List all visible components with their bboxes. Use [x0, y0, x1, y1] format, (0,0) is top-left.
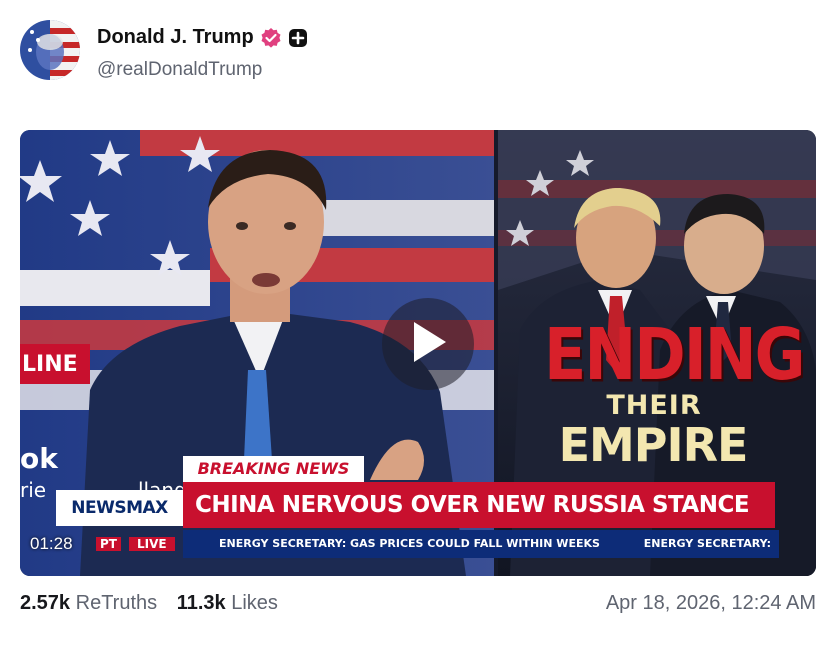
overlay-empire-text: EMPIRE — [558, 418, 749, 472]
video-duration: 01:28 — [30, 534, 73, 553]
breaking-news-label: BREAKING NEWS — [183, 456, 364, 482]
live-label: LIVE — [128, 537, 175, 551]
news-ticker: ENERGY SECRETARY: GAS PRICES COULD FALL … — [183, 530, 779, 558]
ticker-text-repeat: ENERGY SECRETARY: — [643, 537, 771, 550]
play-button[interactable] — [382, 298, 474, 390]
overlay-their-text: THEIR — [606, 390, 702, 421]
overlay-ending-text: ENDING — [544, 312, 806, 397]
likes-count: 11.3k — [176, 592, 226, 614]
author-handle[interactable]: @realDonaldTrump — [97, 59, 262, 81]
screen-fragment-text: ok — [20, 442, 58, 475]
likes-stat[interactable]: 11.3k Likes — [177, 592, 278, 614]
network-logo: NEWSMAX — [56, 490, 183, 526]
video-player[interactable]: LINE ok rie lland ENDING THEIR EMPIRE BR… — [20, 130, 816, 576]
ticker-text: ENERGY SECRETARY: GAS PRICES COULD FALL … — [219, 537, 600, 550]
post-timestamp[interactable]: Apr 18, 2026, 12:24 AM — [606, 592, 816, 615]
post-stats: 2.57k ReTruths 11.3k Likes — [20, 592, 278, 615]
screen-fragment-text: rie — [20, 478, 47, 502]
plus-square-icon — [288, 28, 308, 48]
author-display-name[interactable]: Donald J. Trump — [97, 26, 254, 49]
avatar[interactable] — [20, 20, 80, 80]
likes-label: Likes — [231, 592, 278, 614]
retruths-stat[interactable]: 2.57k ReTruths — [20, 592, 157, 614]
headline-bar: CHINA NERVOUS OVER NEW RUSSIA STANCE — [183, 482, 775, 528]
live-indicator: PT LIVE — [96, 532, 175, 556]
pt-label: PT — [96, 537, 121, 551]
retruths-label: ReTruths — [75, 592, 158, 614]
verified-badge-icon — [260, 27, 282, 49]
play-icon — [408, 320, 448, 369]
author-name-row: Donald J. Trump — [97, 26, 308, 49]
screen-fragment-text: LINE — [22, 352, 78, 377]
retruths-count: 2.57k — [20, 592, 71, 614]
